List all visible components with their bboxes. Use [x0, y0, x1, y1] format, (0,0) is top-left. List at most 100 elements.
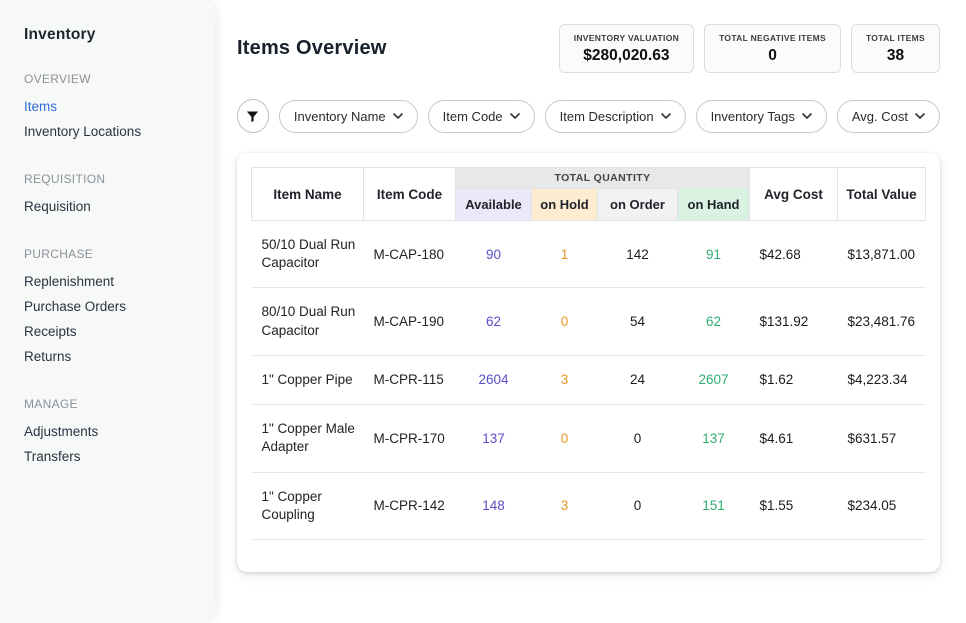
- sidebar-title: Inventory: [24, 26, 201, 44]
- cell-available: 148: [456, 472, 532, 539]
- filter-pills: Inventory Name Item Code Item Descriptio…: [279, 100, 940, 133]
- sidebar-item-returns[interactable]: Returns: [24, 344, 201, 369]
- sidebar-section-label: OVERVIEW: [24, 72, 201, 86]
- table-row[interactable]: 1" Copper Coupling M-CPR-142 148 3 0 151…: [252, 472, 926, 539]
- page-title: Items Overview: [237, 37, 387, 60]
- inventory-app: Inventory OVERVIEW ItemsInventory Locatio…: [0, 0, 966, 623]
- filter-dropdown-label: Inventory Tags: [711, 109, 795, 124]
- table-row[interactable]: 80/10 Dual Run Capacitor M-CAP-190 62 0 …: [252, 288, 926, 355]
- cell-total-value: $23,481.76: [838, 288, 926, 355]
- table-header: Item Name Item Code TOTAL QUANTITY Avg C…: [252, 168, 926, 221]
- chevron-down-icon: [915, 113, 925, 119]
- col-total-value: Total Value: [838, 168, 926, 221]
- main-content: Items Overview INVENTORY VALUATION $280,…: [215, 0, 966, 623]
- filter-dropdown-inventory-tags[interactable]: Inventory Tags: [696, 100, 827, 133]
- sidebar-item-inventory-locations[interactable]: Inventory Locations: [24, 119, 201, 144]
- cell-total-value: $234.05: [838, 472, 926, 539]
- cell-on-order: 142: [598, 221, 678, 288]
- cell-on-order: 0: [598, 405, 678, 472]
- funnel-icon: [245, 109, 260, 124]
- col-item-code: Item Code: [364, 168, 456, 221]
- filter-dropdown-avg-cost[interactable]: Avg. Cost: [837, 100, 940, 133]
- filter-dropdown-label: Item Description: [560, 109, 654, 124]
- chevron-down-icon: [802, 113, 812, 119]
- col-avg-cost: Avg Cost: [750, 168, 838, 221]
- cell-on-hand: 137: [678, 405, 750, 472]
- cell-available: 137: [456, 405, 532, 472]
- cell-available: 2604: [456, 355, 532, 404]
- cell-available: 90: [456, 221, 532, 288]
- col-on-hold: on Hold: [532, 189, 598, 221]
- cell-on-hand: 2607: [678, 355, 750, 404]
- items-table-card: Item Name Item Code TOTAL QUANTITY Avg C…: [237, 153, 940, 572]
- chevron-down-icon: [661, 113, 671, 119]
- cell-on-hand: 151: [678, 472, 750, 539]
- table-row[interactable]: 1" Copper Male Adapter M-CPR-170 137 0 0…: [252, 405, 926, 472]
- sidebar-item-items[interactable]: Items: [24, 94, 201, 119]
- stat-cards: INVENTORY VALUATION $280,020.63 TOTAL NE…: [559, 24, 940, 73]
- stat-label: TOTAL ITEMS: [866, 33, 925, 43]
- cell-item-name: 1" Copper Coupling: [252, 472, 364, 539]
- table-row[interactable]: 1" Copper Pipe M-CPR-115 2604 3 24 2607 …: [252, 355, 926, 404]
- sidebar-item-purchase-orders[interactable]: Purchase Orders: [24, 294, 201, 319]
- cell-on-hand: 91: [678, 221, 750, 288]
- cell-avg-cost: $1.55: [750, 472, 838, 539]
- chevron-down-icon: [510, 113, 520, 119]
- filter-dropdown-label: Item Code: [443, 109, 503, 124]
- filter-row: Inventory Name Item Code Item Descriptio…: [237, 99, 940, 133]
- sidebar-section-label: PURCHASE: [24, 247, 201, 261]
- cell-total-value: $4,223.34: [838, 355, 926, 404]
- cell-item-name: 80/10 Dual Run Capacitor: [252, 288, 364, 355]
- cell-on-order: 24: [598, 355, 678, 404]
- filter-dropdown-inventory-name[interactable]: Inventory Name: [279, 100, 418, 133]
- header-row: Items Overview INVENTORY VALUATION $280,…: [237, 24, 940, 73]
- cell-on-hold: 1: [532, 221, 598, 288]
- sidebar-item-replenishment[interactable]: Replenishment: [24, 269, 201, 294]
- sidebar-item-adjustments[interactable]: Adjustments: [24, 419, 201, 444]
- stat-value: 0: [719, 47, 826, 65]
- sidebar-item-transfers[interactable]: Transfers: [24, 444, 201, 469]
- sidebar-item-requisition[interactable]: Requisition: [24, 194, 201, 219]
- sidebar-nav: OVERVIEW ItemsInventory Locations REQUISIT…: [24, 72, 201, 469]
- cell-on-order: 54: [598, 288, 678, 355]
- cell-item-code: M-CAP-180: [364, 221, 456, 288]
- cell-on-hold: 3: [532, 472, 598, 539]
- table-row[interactable]: 50/10 Dual Run Capacitor M-CAP-180 90 1 …: [252, 221, 926, 288]
- cell-on-hold: 0: [532, 405, 598, 472]
- filter-button[interactable]: [237, 99, 269, 133]
- cell-avg-cost: $4.61: [750, 405, 838, 472]
- stat-value: 38: [866, 47, 925, 65]
- filter-dropdown-item-code[interactable]: Item Code: [428, 100, 535, 133]
- cell-avg-cost: $131.92: [750, 288, 838, 355]
- cell-available: 62: [456, 288, 532, 355]
- sidebar-section-label: REQUISITION: [24, 172, 201, 186]
- cell-item-name: 1" Copper Pipe: [252, 355, 364, 404]
- table-body: 50/10 Dual Run Capacitor M-CAP-180 90 1 …: [252, 221, 926, 540]
- cell-on-hand: 62: [678, 288, 750, 355]
- col-available: Available: [456, 189, 532, 221]
- cell-on-hold: 0: [532, 288, 598, 355]
- cell-item-code: M-CPR-142: [364, 472, 456, 539]
- sidebar-item-receipts[interactable]: Receipts: [24, 319, 201, 344]
- cell-total-value: $13,871.00: [838, 221, 926, 288]
- cell-avg-cost: $42.68: [750, 221, 838, 288]
- cell-total-value: $631.57: [838, 405, 926, 472]
- cell-item-code: M-CPR-170: [364, 405, 456, 472]
- col-on-hand: on Hand: [678, 189, 750, 221]
- filter-dropdown-label: Avg. Cost: [852, 109, 908, 124]
- filter-dropdown-label: Inventory Name: [294, 109, 386, 124]
- cell-item-name: 50/10 Dual Run Capacitor: [252, 221, 364, 288]
- filter-dropdown-item-description[interactable]: Item Description: [545, 100, 686, 133]
- cell-item-code: M-CPR-115: [364, 355, 456, 404]
- cell-item-code: M-CAP-190: [364, 288, 456, 355]
- stat-value: $280,020.63: [574, 47, 679, 65]
- cell-on-hold: 3: [532, 355, 598, 404]
- chevron-down-icon: [393, 113, 403, 119]
- col-group-total-quantity: TOTAL QUANTITY: [456, 168, 750, 189]
- sidebar-section-label: MANAGE: [24, 397, 201, 411]
- stat-label: INVENTORY VALUATION: [574, 33, 679, 43]
- stat-card: INVENTORY VALUATION $280,020.63: [559, 24, 694, 73]
- col-on-order: on Order: [598, 189, 678, 221]
- sidebar: Inventory OVERVIEW ItemsInventory Locatio…: [0, 0, 215, 623]
- col-item-name: Item Name: [252, 168, 364, 221]
